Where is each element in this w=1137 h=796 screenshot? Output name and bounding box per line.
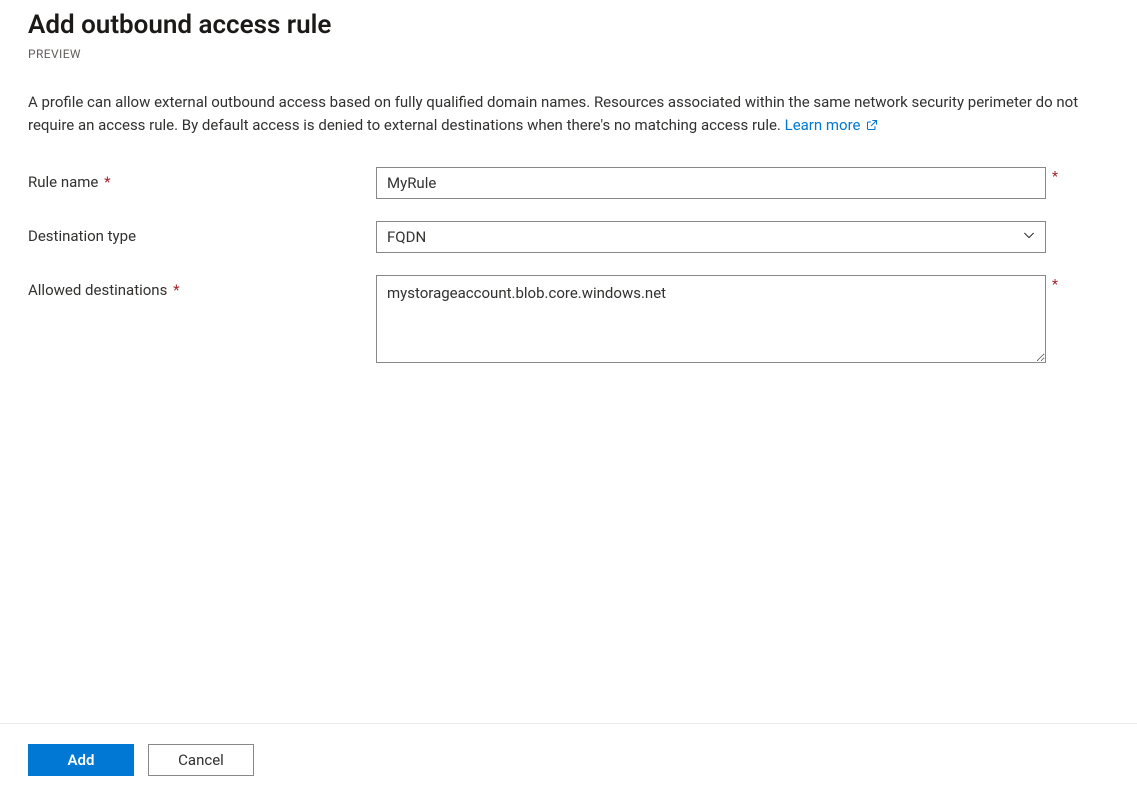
- required-indicator: *: [173, 281, 179, 299]
- destination-type-select[interactable]: FQDN: [376, 221, 1046, 253]
- allowed-destinations-row: Allowed destinations * *: [28, 275, 1109, 367]
- allowed-destinations-label: Allowed destinations *: [28, 275, 376, 299]
- destination-type-row: Destination type FQDN: [28, 221, 1109, 253]
- footer: Add Cancel: [0, 723, 1137, 796]
- destination-type-label-text: Destination type: [28, 227, 136, 245]
- form: Rule name * * Destination type FQDN: [28, 167, 1109, 367]
- page-title: Add outbound access rule: [28, 10, 1109, 41]
- rule-name-input[interactable]: [376, 167, 1046, 199]
- cancel-button[interactable]: Cancel: [148, 744, 254, 776]
- destination-type-label: Destination type: [28, 221, 376, 245]
- destination-type-value: FQDN: [387, 228, 426, 246]
- required-indicator: *: [1052, 169, 1058, 185]
- allowed-destinations-input[interactable]: [376, 275, 1046, 363]
- description-text: A profile can allow external outbound ac…: [28, 91, 1108, 139]
- external-link-icon: [866, 115, 878, 138]
- preview-label: PREVIEW: [28, 47, 1109, 61]
- description-body: A profile can allow external outbound ac…: [28, 93, 1078, 134]
- learn-more-link[interactable]: Learn more: [785, 116, 879, 134]
- allowed-destinations-label-text: Allowed destinations: [28, 281, 167, 299]
- learn-more-label: Learn more: [785, 116, 861, 134]
- rule-name-label: Rule name *: [28, 167, 376, 191]
- required-indicator: *: [104, 173, 110, 191]
- rule-name-row: Rule name * *: [28, 167, 1109, 199]
- rule-name-label-text: Rule name: [28, 173, 98, 191]
- required-indicator: *: [1052, 277, 1058, 293]
- add-button[interactable]: Add: [28, 744, 134, 776]
